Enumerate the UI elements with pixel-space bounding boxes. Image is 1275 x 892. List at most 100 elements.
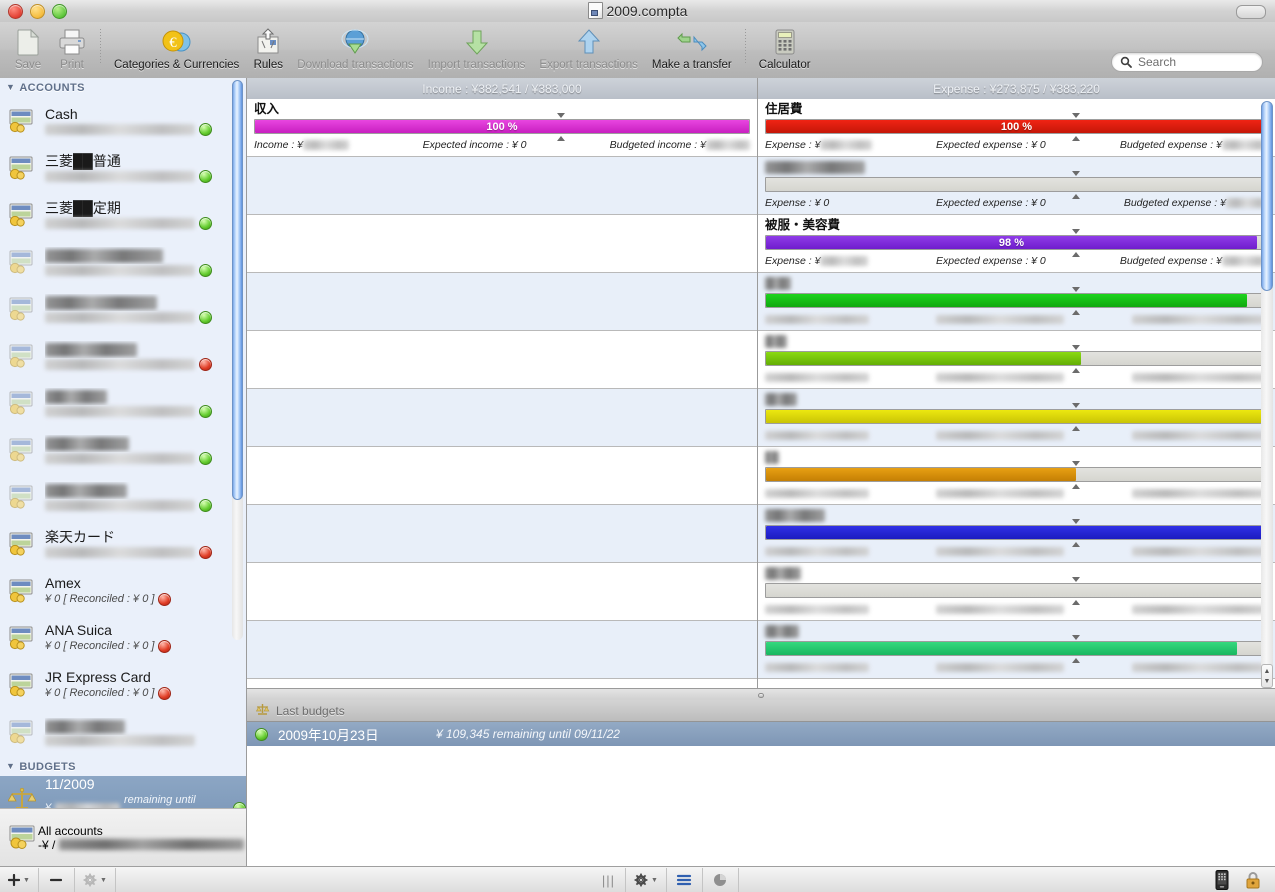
income-row[interactable] [247, 215, 757, 273]
income-row[interactable] [247, 563, 757, 621]
toolbar-print-label: Print [60, 59, 84, 71]
income-row[interactable] [247, 331, 757, 389]
expense-scroll-down-icon[interactable]: ▼ [1262, 676, 1272, 686]
sidebar-account-item[interactable]: 楽天カード [0, 520, 246, 567]
chart-view-button[interactable] [703, 868, 739, 892]
legend-budgeted: Budgeted income : ¥ [586, 139, 750, 151]
disclosure-triangle-icon[interactable]: ▼ [6, 82, 15, 92]
expense-progress[interactable] [765, 461, 1268, 489]
toolbar-print-button[interactable]: Print [50, 22, 94, 78]
sidebar-accounts-header[interactable]: ▼ ACCOUNTS [0, 78, 246, 97]
sidebar-account-item[interactable]: Amex ¥ 0 [ Reconciled : ¥ 0 ] [0, 567, 246, 614]
sidebar-account-item[interactable]: 三菱██定期 [0, 191, 246, 238]
account-name-row: ANA Suica [45, 622, 246, 639]
income-row[interactable] [247, 273, 757, 331]
toolbar-toggle-button[interactable] [1236, 5, 1266, 19]
expense-row[interactable]: Expense : ¥ 0 Expected expense : ¥ 0 Budge… [758, 157, 1275, 215]
expense-row[interactable] [758, 621, 1275, 679]
add-button[interactable]: ▼ [0, 868, 39, 892]
income-row[interactable] [247, 157, 757, 215]
sidebar-all-accounts-row[interactable]: All accounts -¥ / [0, 808, 246, 866]
last-budget-row[interactable]: 2009年10月23日 ¥ 109,345 remaining until 09/… [247, 722, 1275, 746]
expense-scrollbar-thumb[interactable] [1261, 101, 1273, 291]
expense-progress[interactable] [765, 577, 1268, 605]
expense-category [765, 276, 1268, 291]
expense-row[interactable] [758, 389, 1275, 447]
sidebar-account-item[interactable] [0, 285, 246, 332]
search-field[interactable] [1111, 52, 1263, 72]
splitter-knob[interactable] [758, 693, 764, 698]
account-status-indicator [199, 122, 212, 136]
expense-progress[interactable] [765, 345, 1268, 373]
redacted-text [1131, 662, 1268, 672]
expense-row[interactable] [758, 331, 1275, 389]
sidebar-account-item[interactable]: 三菱██普通 [0, 144, 246, 191]
expense-progress[interactable]: 98 % [765, 229, 1268, 257]
list-view-button[interactable] [667, 868, 703, 892]
legend-budgeted [1102, 313, 1268, 325]
remove-button[interactable] [39, 868, 75, 892]
expense-row[interactable]: 住居費 100 % Expense : ¥ Expected expense : ¥ … [758, 99, 1275, 157]
search-input[interactable] [1136, 54, 1258, 70]
expense-progress[interactable] [765, 403, 1268, 431]
lock-icon[interactable] [1243, 870, 1263, 890]
toolbar-download-transactions-button[interactable]: Download transactions [290, 22, 420, 78]
income-progress[interactable]: 100 % [254, 113, 750, 141]
income-row[interactable] [247, 447, 757, 505]
expense-row[interactable] [758, 447, 1275, 505]
income-pane: Income : ¥382,541 / ¥383,000 収入 100 % Inco… [247, 78, 758, 688]
expense-scroll-arrows[interactable]: ▲ ▼ [1261, 664, 1273, 688]
action-menu-button[interactable]: ▼ [75, 868, 116, 892]
sidebar-account-item[interactable] [0, 238, 246, 285]
expense-progress[interactable] [765, 519, 1268, 547]
redacted-text [45, 499, 195, 511]
expense-progress[interactable] [765, 171, 1268, 199]
expense-scrollbar[interactable] [1261, 101, 1273, 672]
account-text: Amex ¥ 0 [ Reconciled : ¥ 0 ] [45, 575, 246, 607]
sidebar-account-item[interactable]: JR Express Card ¥ 0 [ Reconciled : ¥ 0 ] [0, 661, 246, 708]
sidebar-account-item[interactable] [0, 332, 246, 379]
sidebar-account-item[interactable]: ANA Suica ¥ 0 [ Reconciled : ¥ 0 ] [0, 614, 246, 661]
income-row[interactable] [247, 505, 757, 563]
sidebar-account-item[interactable] [0, 379, 246, 426]
expense-scroll-up-icon[interactable]: ▲ [1262, 666, 1272, 676]
expense-legend: Expense : ¥ Expected expense : ¥ 0 Budgete… [765, 139, 1268, 151]
toolbar-import-transactions-button[interactable]: Import transactions [421, 22, 533, 78]
sidebar-account-item[interactable] [0, 708, 246, 755]
sidebar-account-item[interactable] [0, 426, 246, 473]
toolbar-export-transactions-button[interactable]: Export transactions [532, 22, 644, 78]
expense-row[interactable]: 被服・美容費 98 % Expense : ¥ Expected expense : … [758, 215, 1275, 273]
toolbar-save-button[interactable]: Save [6, 22, 50, 78]
toolbar-categories-currencies-button[interactable]: € Categories & Currencies [107, 22, 246, 78]
income-row[interactable] [247, 621, 757, 679]
expense-progress-track [765, 583, 1268, 598]
sidebar-budgets-header[interactable]: ▼ BUDGETS [0, 757, 246, 776]
sidebar-account-item[interactable]: Cash [0, 97, 246, 144]
expense-legend [765, 371, 1268, 383]
expense-progress[interactable] [765, 635, 1268, 663]
resize-grip[interactable]: ||| [592, 873, 625, 888]
redacted-text [45, 452, 195, 464]
toolbar-separator-2 [744, 29, 746, 63]
income-row[interactable] [247, 389, 757, 447]
disclosure-triangle-icon-2[interactable]: ▼ [6, 761, 15, 771]
account-card-icon [8, 671, 38, 699]
sidebar-scrollbar-thumb[interactable] [232, 80, 243, 500]
redacted-text [765, 161, 865, 175]
expense-pane-header: Expense : ¥273,875 / ¥383,220 [758, 78, 1275, 100]
toolbar-import-transactions-label: Import transactions [427, 59, 526, 71]
settings-menu-button[interactable]: ▼ [625, 868, 667, 892]
expense-progress[interactable] [765, 287, 1268, 315]
sidebar-scrollbar[interactable] [231, 80, 244, 640]
toolbar-make-transfer-button[interactable]: Make a transfer [645, 22, 739, 78]
account-text [45, 294, 246, 324]
toolbar-calculator-button[interactable]: Calculator [752, 22, 818, 78]
expense-progress[interactable]: 100 % [765, 113, 1268, 141]
iphone-sync-icon[interactable] [1215, 870, 1229, 890]
expense-row[interactable] [758, 273, 1275, 331]
toolbar-rules-button[interactable]: Rules [246, 22, 290, 78]
sidebar-account-item[interactable] [0, 473, 246, 520]
income-row[interactable]: 収入 100 % Income : ¥ Expected income : ¥ 0 Bu… [247, 99, 757, 157]
expense-row[interactable] [758, 505, 1275, 563]
expense-row[interactable] [758, 563, 1275, 621]
